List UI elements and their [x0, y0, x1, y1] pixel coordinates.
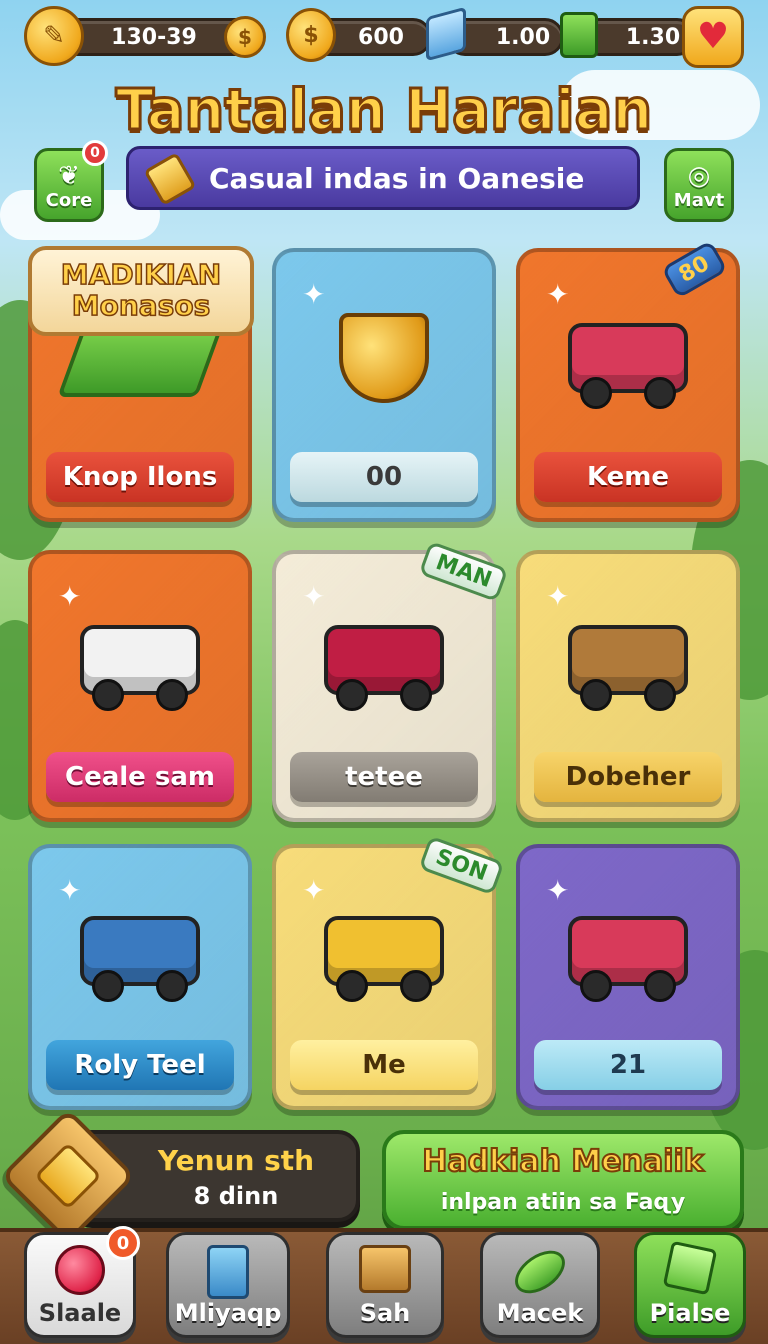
wheel-icon [400, 678, 432, 711]
event-title: Yenun sth [157, 1144, 315, 1177]
target-icon: ◎ [687, 161, 711, 191]
crate-icon [359, 1245, 411, 1293]
sparkle-icon: ✦ [546, 278, 570, 311]
car-illustration [324, 916, 444, 1003]
wheel-icon [336, 678, 368, 711]
resource-4-value: 1.30 [625, 24, 681, 50]
wheel-icon [644, 970, 676, 1003]
item-card-label: 00 [290, 452, 478, 502]
promo-button[interactable]: Hadkiah Menaiik inlpan atiin sa Faɋy [382, 1130, 744, 1230]
core-button-label: Core [45, 190, 93, 211]
leaf-icon: ❦ [58, 161, 80, 191]
item-card-label: Dobeher [534, 752, 722, 802]
event-timer: 8 dinn [193, 1182, 279, 1210]
resource-3-value: 1.00 [495, 24, 551, 50]
wheel-icon [336, 970, 368, 1003]
wheel-icon [156, 970, 188, 1003]
item-card[interactable]: ✦ 00 [272, 248, 496, 522]
item-card[interactable]: ✦ Keme [516, 248, 740, 522]
sparkle-icon: ✦ [546, 580, 570, 613]
nav-tab-pialse[interactable]: Pialse [634, 1232, 746, 1338]
nav-tab-mliyaqp[interactable]: Mliyaqp [166, 1232, 290, 1338]
nav-label-slaale: Slaale [38, 1299, 122, 1327]
item-card-label: tetee [290, 752, 478, 802]
cube-icon [662, 1240, 718, 1296]
nav-label-pialse: Pialse [649, 1299, 731, 1327]
ticket-icon [143, 152, 197, 206]
field-illustration [57, 327, 223, 397]
wheel-icon [92, 970, 124, 1003]
coin-stack-icon: $ [286, 8, 336, 62]
item-card[interactable]: ✦ Dobeher [516, 550, 740, 822]
feather-icon[interactable]: ✎ [24, 6, 84, 66]
item-card-label: 21 [534, 1040, 722, 1090]
resource-2-value: 600 [358, 24, 404, 50]
promo-title: Hadkiah Menaiik [421, 1143, 704, 1180]
mower-illustration [324, 624, 444, 711]
item-card-label: Ceale sam [46, 752, 234, 802]
card-icon [207, 1245, 249, 1299]
resource-bar: 130-39 ✎ $ 600 $ 1.00 1.30 ♥ [14, 6, 754, 68]
wheel-icon [580, 678, 612, 711]
nav-label-sah: Sah [359, 1299, 411, 1327]
item-card[interactable]: ✦ Ceale sam [28, 550, 252, 822]
energy-box-icon [560, 12, 598, 58]
page-title: Tantalan Haraian [114, 77, 653, 145]
coin-icon: $ [224, 16, 266, 58]
resource-1-value: 130-39 [111, 24, 197, 50]
mavt-button[interactable]: ◎ Mavt [664, 148, 734, 222]
sparkle-icon: ✦ [58, 874, 82, 907]
event-subtitle-banner: Casual indas in Oanesie [126, 146, 640, 210]
heart-button[interactable]: ♥ [682, 6, 744, 68]
jeep-illustration [568, 323, 688, 410]
jeep-illustration [568, 916, 688, 1003]
item-card-label: Knop Ilons [46, 452, 234, 502]
nav-badge: 0 [106, 1226, 140, 1260]
leaf-gem-icon [507, 1242, 573, 1302]
item-card[interactable]: ✦ tetee [272, 550, 496, 822]
item-card-label: Me [290, 1040, 478, 1090]
mavt-button-label: Mavt [673, 190, 725, 211]
van-illustration [80, 624, 200, 711]
wheel-icon [580, 970, 612, 1003]
promo-subtitle: inlpan atiin sa Faɋy [440, 1190, 686, 1215]
treasure-icon[interactable] [0, 1108, 136, 1244]
wheel-icon [644, 678, 676, 711]
sparkle-icon: ✦ [302, 874, 326, 907]
wheel-icon [92, 678, 124, 711]
card-banner: MADIKIAN Monasos [28, 246, 254, 336]
nav-label-mliyaqp: Mliyaqp [174, 1299, 282, 1327]
item-card[interactable]: ✦ Roly Teel [28, 844, 252, 1110]
sparkle-icon: ✦ [302, 278, 326, 311]
item-card-label: Keme [534, 452, 722, 502]
notification-badge: 0 [82, 140, 108, 166]
sparkle-icon: ✦ [302, 580, 326, 613]
wheel-icon [156, 678, 188, 711]
wheel-icon [580, 377, 612, 410]
ball-icon [55, 1245, 105, 1295]
wheel-icon [644, 377, 676, 410]
sparkle-icon: ✦ [546, 874, 570, 907]
pickup-illustration [80, 916, 200, 1003]
item-card[interactable]: ✦ 21 [516, 844, 740, 1110]
item-card-label: Roly Teel [46, 1040, 234, 1090]
heart-icon: ♥ [696, 16, 730, 57]
truck-illustration [568, 624, 688, 711]
sparkle-icon: ✦ [58, 580, 82, 613]
wheel-icon [400, 970, 432, 1003]
card-banner-text: MADIKIAN Monasos [60, 258, 222, 322]
nav-tab-macek[interactable]: Macek [480, 1232, 600, 1338]
nav-label-macek: Macek [496, 1299, 584, 1327]
trophy-illustration [339, 313, 429, 404]
event-subtitle-text: Casual indas in Oanesie [209, 161, 585, 195]
nav-tab-sah[interactable]: Sah [326, 1232, 444, 1338]
